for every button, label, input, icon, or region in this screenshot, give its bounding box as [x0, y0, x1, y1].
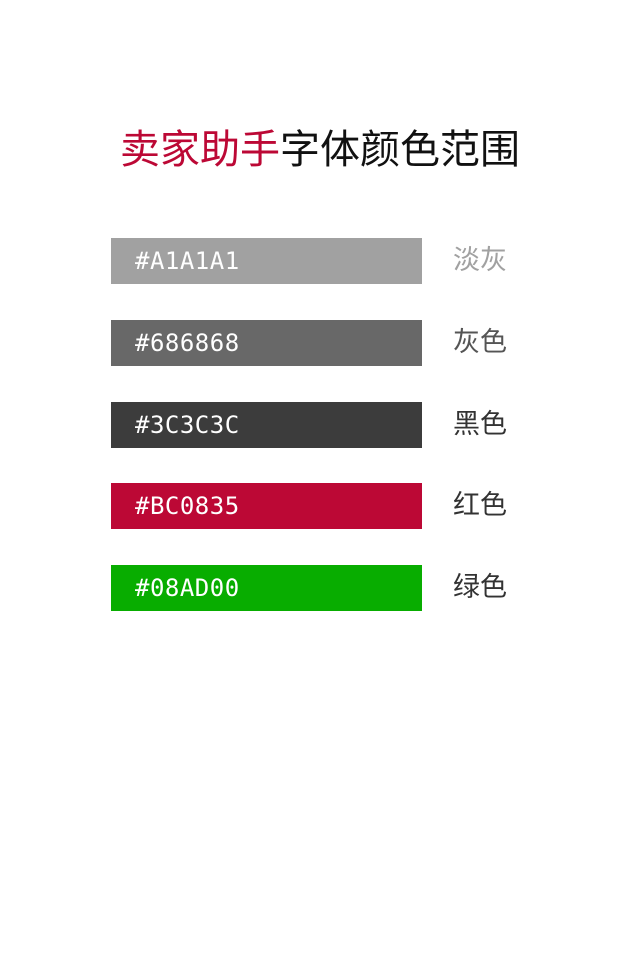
- color-name: 淡灰: [453, 245, 507, 276]
- title-brand: 卖家助手: [120, 127, 280, 173]
- color-name: 灰色: [453, 327, 507, 358]
- swatch-row-gray: #686868 灰色: [111, 320, 531, 366]
- color-swatch: #A1A1A1: [111, 238, 422, 284]
- color-swatch: #3C3C3C: [111, 402, 422, 448]
- title-rest: 字体颜色范围: [280, 127, 520, 173]
- swatch-row-black: #3C3C3C 黑色: [111, 402, 531, 448]
- color-swatch: #686868: [111, 320, 422, 366]
- color-name: 黑色: [453, 409, 507, 440]
- swatch-row-light-gray: #A1A1A1 淡灰: [111, 238, 531, 284]
- hex-code: #686868: [135, 329, 240, 357]
- color-name: 绿色: [453, 572, 507, 603]
- hex-code: #A1A1A1: [135, 247, 240, 275]
- swatch-row-red: #BC0835 红色: [111, 483, 531, 529]
- color-name: 红色: [453, 490, 507, 521]
- hex-code: #08AD00: [135, 574, 240, 602]
- color-swatch: #BC0835: [111, 483, 422, 529]
- page-title: 卖家助手字体颜色范围: [0, 122, 640, 178]
- color-swatch: #08AD00: [111, 565, 422, 611]
- hex-code: #3C3C3C: [135, 411, 240, 439]
- swatch-row-green: #08AD00 绿色: [111, 565, 531, 611]
- hex-code: #BC0835: [135, 492, 240, 520]
